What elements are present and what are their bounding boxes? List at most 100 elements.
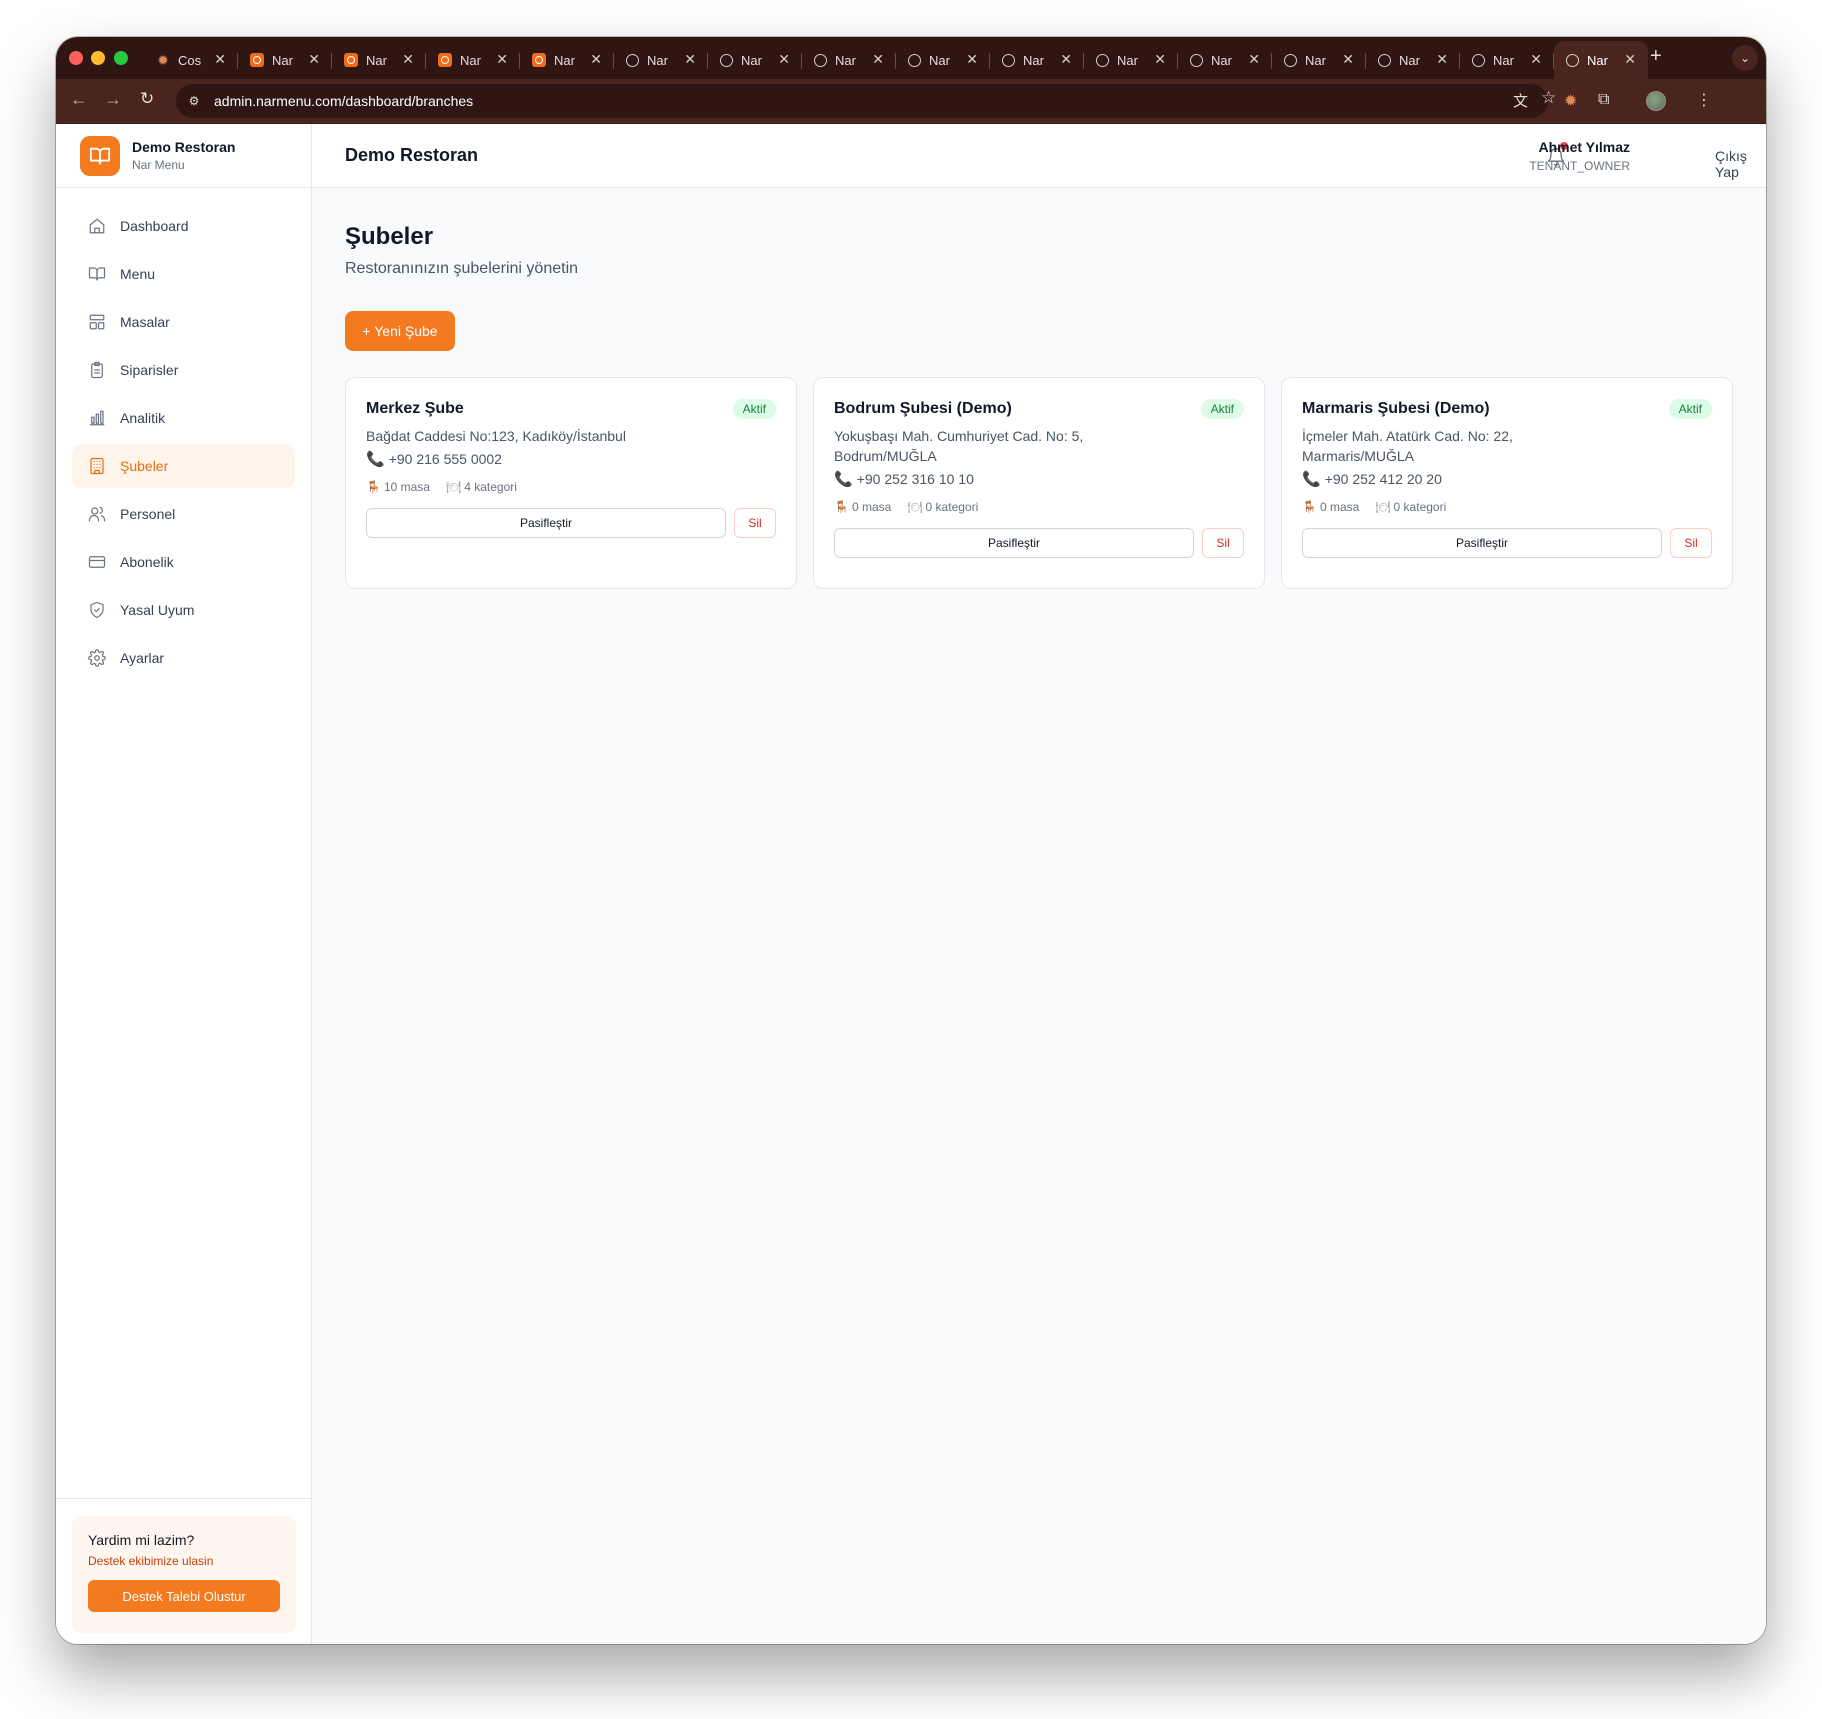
help-title: Yardim mi lazim?: [88, 1532, 195, 1548]
site-info-icon[interactable]: ⚙: [182, 89, 206, 113]
branch-phone-row: 📞 +90 252 412 20 20: [1302, 470, 1712, 488]
tab-close-icon[interactable]: ✕: [590, 51, 602, 68]
reload-icon[interactable]: ↻: [140, 89, 154, 109]
back-arrow-icon[interactable]: ←: [70, 89, 88, 110]
tab-close-icon[interactable]: ✕: [1436, 51, 1448, 68]
deactivate-button[interactable]: Pasifleştir: [834, 528, 1194, 558]
browser-tab[interactable]: Nar ✕: [1460, 41, 1554, 79]
browser-tab[interactable]: Nar ✕: [802, 41, 896, 79]
browser-tab[interactable]: ✹ Cos ✕: [144, 41, 238, 79]
profile-avatar[interactable]: [1646, 91, 1666, 111]
tab-close-icon[interactable]: ✕: [778, 51, 790, 68]
logout-button[interactable]: Çıkış Yap: [1715, 148, 1766, 180]
table-count: 0 masa: [851, 500, 892, 514]
tab-close-icon[interactable]: ✕: [1342, 51, 1354, 68]
browser-tab[interactable]: Nar ✕: [990, 41, 1084, 79]
sidebar-item-label: Abonelik: [120, 554, 174, 570]
translate-icon[interactable]: 文: [1513, 90, 1528, 111]
branch-phone: +90 252 412 20 20: [1324, 471, 1442, 487]
browser-tab[interactable]: Nar ✕: [1084, 41, 1178, 79]
browser-tab[interactable]: Nar ✕: [1178, 41, 1272, 79]
tab-close-icon[interactable]: ✕: [1248, 51, 1260, 68]
tab-search-button[interactable]: ⌄: [1732, 45, 1758, 71]
tab-title: Nar: [1023, 52, 1044, 68]
sidebar-item[interactable]: Masalar: [72, 300, 295, 344]
browser-tab[interactable]: Nar ✕: [896, 41, 990, 79]
browser-tab[interactable]: Nar ✕: [1272, 41, 1366, 79]
sidebar-item[interactable]: Menu: [72, 252, 295, 296]
tab-close-icon[interactable]: ✕: [684, 51, 696, 68]
deactivate-button[interactable]: Pasifleştir: [1302, 528, 1662, 558]
extension-icon[interactable]: ✹: [1564, 91, 1577, 111]
browser-window: ✹ Cos ✕ Nar ✕ Nar ✕ Nar ✕ Nar ✕ Nar ✕ Nar ✕ Nar ✕ Nar ✕ Nar…: [56, 37, 1766, 1644]
tab-close-icon[interactable]: ✕: [496, 51, 508, 68]
tab-close-icon[interactable]: ✕: [1060, 51, 1072, 68]
deactivate-button[interactable]: Pasifleştir: [366, 508, 726, 538]
tab-close-icon[interactable]: ✕: [1624, 51, 1636, 68]
app-root: Demo Restoran Nar Menu Dashboard Menu Masa…: [56, 124, 1766, 1644]
globe-icon: [1284, 53, 1297, 67]
sidebar-item-label: Dashboard: [120, 218, 189, 234]
sidebar-item-label: Yasal Uyum: [120, 602, 195, 618]
browser-tab[interactable]: Nar ✕: [708, 41, 802, 79]
browser-tab[interactable]: Nar ✕: [614, 41, 708, 79]
sidebar-item[interactable]: Siparisler: [72, 348, 295, 392]
main-content: Şubeler Restoranınızın şubelerini yöneti…: [312, 188, 1766, 1644]
extensions-puzzle-icon[interactable]: ⧉: [1598, 91, 1609, 109]
tab-close-icon[interactable]: ✕: [1154, 51, 1166, 68]
delete-button[interactable]: Sil: [1202, 528, 1244, 558]
sidebar-item-label: Menu: [120, 266, 156, 282]
delete-button[interactable]: Sil: [1670, 528, 1712, 558]
browser-tab[interactable]: Nar ✕: [426, 41, 520, 79]
sidebar-item[interactable]: Abonelik: [72, 540, 295, 584]
browser-tab[interactable]: Nar ✕: [332, 41, 426, 79]
globe-icon: [1096, 53, 1109, 67]
sidebar-item[interactable]: Dashboard: [72, 204, 295, 248]
browser-tabs: ✹ Cos ✕ Nar ✕ Nar ✕ Nar ✕ Nar ✕ Nar ✕ Nar ✕ Nar ✕ Nar ✕ Nar…: [144, 41, 1648, 79]
forward-arrow-icon[interactable]: →: [104, 89, 122, 110]
support-ticket-button[interactable]: Destek Talebi Olustur: [88, 1580, 280, 1612]
tab-close-icon[interactable]: ✕: [966, 51, 978, 68]
sidebar-item[interactable]: Yasal Uyum: [72, 588, 295, 632]
globe-icon: [720, 53, 733, 67]
address-bar[interactable]: ⚙ admin.narmenu.com/dashboard/branches 文…: [176, 84, 1556, 118]
tab-title: Nar: [1211, 52, 1232, 68]
tab-close-icon[interactable]: ✕: [872, 51, 884, 68]
close-window-button[interactable]: [69, 51, 83, 65]
tab-close-icon[interactable]: ✕: [402, 51, 414, 68]
maximize-window-button[interactable]: [114, 51, 128, 65]
tab-close-icon[interactable]: ✕: [1530, 51, 1542, 68]
help-link[interactable]: Destek ekibimize ulasin: [88, 1554, 280, 1568]
sidebar-divider: [56, 1498, 312, 1499]
browser-toolbar: ← → ↻ ⚙ admin.narmenu.com/dashboard/bran…: [56, 79, 1766, 124]
new-tab-button[interactable]: +: [1650, 45, 1662, 68]
sidebar-item[interactable]: Şubeler: [72, 444, 295, 488]
sidebar-item[interactable]: Personel: [72, 492, 295, 536]
branch-meta: 🪑 0 masa 🍽 0 kategori: [834, 500, 1244, 514]
plate-icon: 🍽: [1375, 500, 1391, 514]
table-icon: [88, 313, 106, 331]
new-branch-button[interactable]: + Yeni Şube: [345, 311, 455, 351]
chair-icon: 🪑: [366, 480, 381, 494]
sidebar-item[interactable]: Analitik: [72, 396, 295, 440]
url-text[interactable]: admin.narmenu.com/dashboard/branches: [214, 93, 473, 109]
category-count: 0 kategori: [925, 500, 979, 514]
browser-menu-icon[interactable]: ⋮: [1696, 90, 1712, 110]
category-count: 0 kategori: [1393, 500, 1447, 514]
tab-close-icon[interactable]: ✕: [308, 51, 320, 68]
sidebar-item-label: Analitik: [120, 410, 166, 426]
tab-close-icon[interactable]: ✕: [214, 51, 226, 68]
browser-tab[interactable]: Nar ✕: [520, 41, 614, 79]
branch-name: Bodrum Şubesi (Demo): [834, 400, 1012, 417]
browser-tab[interactable]: Nar ✕: [1366, 41, 1460, 79]
minimize-window-button[interactable]: [91, 51, 105, 65]
bookmark-star-icon[interactable]: ☆: [1541, 88, 1556, 108]
tab-title: Nar: [366, 52, 387, 68]
delete-button[interactable]: Sil: [734, 508, 776, 538]
globe-icon: [626, 53, 639, 67]
browser-tab[interactable]: Nar ✕: [238, 41, 332, 79]
brand-subtitle: Nar Menu: [132, 158, 185, 172]
browser-tab[interactable]: Nar ✕: [1554, 41, 1648, 79]
sidebar-item[interactable]: Ayarlar: [72, 636, 295, 680]
sidebar-item-label: Ayarlar: [120, 650, 165, 666]
